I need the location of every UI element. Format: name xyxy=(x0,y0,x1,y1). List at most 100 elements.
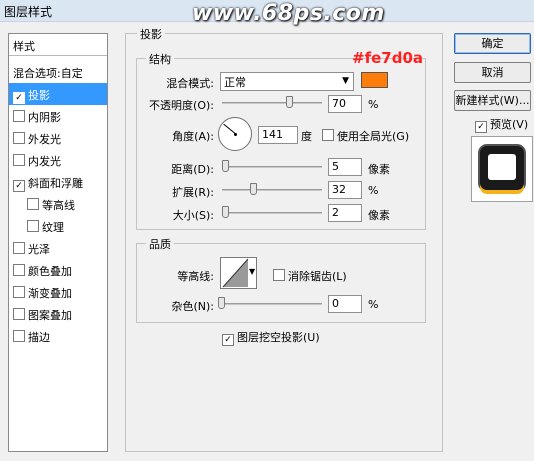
style-item-contour[interactable]: 等高线 xyxy=(9,193,107,215)
style-item-bevel-emboss[interactable]: ✓ 斜面和浮雕 xyxy=(9,171,107,193)
preview-checkbox[interactable]: ✓ 预览(V) xyxy=(475,116,528,133)
style-item-label: 内发光 xyxy=(28,155,61,168)
contour-curve-icon xyxy=(222,258,249,288)
spread-slider-thumb[interactable] xyxy=(250,183,257,195)
structure-title: 结构 xyxy=(146,51,174,67)
angle-dial-center xyxy=(234,133,237,136)
style-item-inner-shadow[interactable]: 内阴影 xyxy=(9,105,107,127)
checkbox-icon[interactable]: ✓ xyxy=(222,334,234,346)
noise-slider-thumb[interactable] xyxy=(218,297,225,309)
style-item-label: 内阴影 xyxy=(28,111,61,124)
knockout-label: 图层挖空投影(U) xyxy=(237,331,320,344)
size-input[interactable]: 2 xyxy=(328,204,362,222)
contour-picker[interactable]: ▼ xyxy=(220,257,257,289)
distance-slider-track[interactable] xyxy=(222,166,322,168)
style-item-pattern-overlay[interactable]: 图案叠加 xyxy=(9,303,107,325)
style-item-label: 颜色叠加 xyxy=(28,265,72,278)
style-item-label: 光泽 xyxy=(28,243,50,256)
cancel-button[interactable]: 取消 xyxy=(454,62,531,83)
style-item-label: 渐变叠加 xyxy=(28,287,72,300)
noise-slider-track[interactable] xyxy=(222,303,322,305)
checkbox-icon[interactable]: ✓ xyxy=(475,121,487,133)
antialias-label: 消除锯齿(L) xyxy=(288,270,347,283)
style-item-label: 斜面和浮雕 xyxy=(28,177,83,190)
style-list-header: 样式 xyxy=(9,34,107,56)
checkbox-icon[interactable] xyxy=(13,264,25,276)
preview-shape-inner xyxy=(488,154,516,180)
style-item-gradient-overlay[interactable]: 渐变叠加 xyxy=(9,281,107,303)
blend-mode-select[interactable]: 正常 ▼ xyxy=(220,72,354,91)
checkbox-icon[interactable] xyxy=(13,132,25,144)
noise-unit: % xyxy=(368,298,379,311)
blending-options-item[interactable]: 混合选项:自定 xyxy=(9,61,107,83)
angle-unit: 度 xyxy=(301,130,312,143)
style-item-outer-glow[interactable]: 外发光 xyxy=(9,127,107,149)
style-item-texture[interactable]: 纹理 xyxy=(9,215,107,237)
checkbox-icon[interactable] xyxy=(27,198,39,210)
spread-slider-track[interactable] xyxy=(222,189,322,191)
spread-unit: % xyxy=(368,184,379,197)
global-light-label: 使用全局光(G) xyxy=(337,130,410,143)
checkbox-icon[interactable] xyxy=(13,110,25,122)
style-preview-thumbnail xyxy=(471,136,533,202)
preview-shape xyxy=(480,146,524,190)
global-light-checkbox[interactable]: 使用全局光(G) xyxy=(322,128,409,144)
spread-input[interactable]: 32 xyxy=(328,181,362,199)
opacity-slider-thumb[interactable] xyxy=(286,96,293,108)
section-title: 投影 xyxy=(137,26,165,42)
checkbox-icon[interactable] xyxy=(322,129,334,141)
opacity-unit: % xyxy=(368,98,379,111)
style-item-label: 描边 xyxy=(28,331,50,344)
style-item-label: 纹理 xyxy=(42,221,64,234)
blend-mode-label: 混合模式: xyxy=(166,77,214,90)
opacity-slider-track[interactable] xyxy=(222,102,322,104)
watermark-text: www.68ps.com xyxy=(192,1,385,26)
distance-slider-thumb[interactable] xyxy=(222,160,229,172)
noise-label: 杂色(N): xyxy=(171,300,214,313)
style-item-satin[interactable]: 光泽 xyxy=(9,237,107,259)
dropdown-arrow-icon: ▼ xyxy=(342,76,349,86)
knockout-checkbox[interactable]: ✓ 图层挖空投影(U) xyxy=(222,329,320,346)
checkbox-icon[interactable] xyxy=(13,154,25,166)
preview-label: 预览(V) xyxy=(490,118,529,131)
style-item-label: 等高线 xyxy=(42,199,75,212)
window-title: 图层样式 xyxy=(4,5,53,19)
style-item-label: 图案叠加 xyxy=(28,309,72,322)
checkbox-icon[interactable]: ✓ xyxy=(13,92,25,104)
style-item-label: 投影 xyxy=(28,89,50,102)
dropdown-arrow-icon[interactable]: ▼ xyxy=(249,267,255,276)
shadow-color-swatch[interactable] xyxy=(361,72,388,88)
spread-label: 扩展(R): xyxy=(172,186,214,199)
size-unit: 像素 xyxy=(368,209,390,222)
blend-mode-value: 正常 xyxy=(224,76,246,89)
size-slider-thumb[interactable] xyxy=(222,206,229,218)
antialias-checkbox[interactable]: 消除锯齿(L) xyxy=(273,268,347,284)
size-label: 大小(S): xyxy=(172,209,214,222)
checkbox-icon[interactable] xyxy=(13,308,25,320)
distance-label: 距离(D): xyxy=(171,163,214,176)
style-item-drop-shadow[interactable]: ✓ 投影 xyxy=(9,83,107,105)
style-item-stroke[interactable]: 描边 xyxy=(9,325,107,347)
style-item-label: 外发光 xyxy=(28,133,61,146)
distance-input[interactable]: 5 xyxy=(328,158,362,176)
checkbox-icon[interactable] xyxy=(13,286,25,298)
checkbox-icon[interactable]: ✓ xyxy=(13,180,25,192)
angle-input[interactable]: 141 xyxy=(258,126,298,144)
color-annotation: #fe7d0a xyxy=(352,49,424,67)
new-style-button[interactable]: 新建样式(W)... xyxy=(454,90,531,111)
opacity-label: 不透明度(O): xyxy=(149,99,214,112)
ok-button[interactable]: 确定 xyxy=(454,33,531,54)
size-slider-track[interactable] xyxy=(222,212,322,214)
quality-title: 品质 xyxy=(146,236,174,252)
checkbox-icon[interactable] xyxy=(13,242,25,254)
angle-dial[interactable] xyxy=(218,117,252,151)
checkbox-icon[interactable] xyxy=(13,330,25,342)
checkbox-icon[interactable] xyxy=(273,269,285,281)
noise-input[interactable]: 0 xyxy=(328,295,362,313)
contour-label: 等高线: xyxy=(177,270,214,283)
checkbox-icon[interactable] xyxy=(27,220,39,232)
style-item-inner-glow[interactable]: 内发光 xyxy=(9,149,107,171)
style-item-color-overlay[interactable]: 颜色叠加 xyxy=(9,259,107,281)
opacity-input[interactable]: 70 xyxy=(328,95,362,113)
angle-label: 角度(A): xyxy=(172,130,214,143)
